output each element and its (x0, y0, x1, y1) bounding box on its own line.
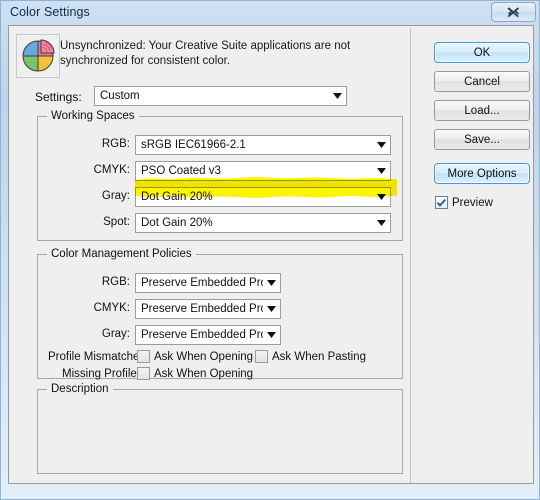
policy-cmyk-dropdown[interactable]: Preserve Embedded Profiles (135, 299, 281, 319)
checkbox-box (137, 350, 150, 363)
color-settings-dialog: Color Settings Unsynchronized: Your Crea… (0, 0, 540, 500)
sync-warning-text: Unsynchronized: Your Creative Suite appl… (60, 40, 351, 67)
working-space-gray-value: Dot Gain 20% (141, 191, 213, 203)
checkbox-label: Ask When Opening (154, 350, 254, 363)
missing-profiles-label: Missing Profiles: (62, 368, 146, 380)
preview-label: Preview (452, 196, 493, 209)
missing-profiles-ask-opening-checkbox[interactable]: Ask When Opening (137, 367, 253, 380)
panel-divider (410, 28, 411, 483)
preview-checkbox[interactable]: Preview (435, 196, 493, 209)
save-button[interactable]: Save... (434, 129, 530, 150)
policy-cmyk-label: CMYK: (93, 302, 130, 314)
working-space-spot-value: Dot Gain 20% (141, 217, 213, 229)
policy-gray-dropdown[interactable]: Preserve Embedded Profiles (135, 325, 281, 345)
color-wheel-icon (16, 34, 60, 78)
working-space-spot-dropdown[interactable]: Dot Gain 20% (135, 213, 391, 233)
description-group: Description (37, 383, 403, 474)
checkbox-label: Ask When Pasting (272, 350, 366, 363)
more-options-button[interactable]: More Options (434, 163, 530, 184)
working-space-rgb-dropdown[interactable]: sRGB IEC61966-2.1 (135, 135, 391, 155)
working-space-spot-row: Spot: Dot Gain 20% (103, 213, 391, 233)
working-space-spot-label: Spot: (103, 216, 130, 228)
settings-dropdown[interactable]: Custom (94, 86, 347, 106)
close-icon[interactable] (491, 2, 536, 22)
policy-cmyk-value: Preserve Embedded Profiles (141, 303, 263, 315)
policy-gray-row: Gray: Preserve Embedded Profiles (102, 325, 281, 345)
working-space-gray-label: Gray: (101, 190, 130, 202)
chevron-down-icon (373, 142, 390, 148)
chevron-down-icon (263, 332, 280, 338)
checkbox-box (435, 196, 448, 209)
working-space-cmyk-row: CMYK: PSO Coated v3 (94, 161, 391, 181)
policy-rgb-label: RGB: (101, 276, 130, 288)
policies-title: Color Management Policies (47, 248, 196, 260)
chevron-down-icon (329, 93, 346, 99)
window-title: Color Settings (10, 5, 90, 19)
chevron-down-icon (263, 306, 280, 312)
working-space-gray-dropdown[interactable]: Dot Gain 20% (135, 187, 391, 207)
color-management-policies-group: Color Management Policies RGB: Preserve … (37, 248, 403, 380)
policy-gray-label: Gray: (101, 328, 130, 340)
description-text (46, 400, 394, 465)
checkbox-label: Ask When Opening (154, 367, 254, 380)
chevron-down-icon (373, 194, 390, 200)
working-spaces-title: Working Spaces (47, 110, 139, 122)
chevron-down-icon (263, 280, 280, 286)
dialog-client-area: Unsynchronized: Your Creative Suite appl… (8, 25, 534, 484)
working-space-rgb-row: RGB: sRGB IEC61966-2.1 (102, 135, 391, 155)
chevron-down-icon (373, 220, 390, 226)
checkbox-box (137, 367, 150, 380)
working-space-cmyk-dropdown[interactable]: PSO Coated v3 (135, 161, 391, 181)
policy-gray-value: Preserve Embedded Profiles (141, 329, 263, 341)
policy-cmyk-row: CMYK: Preserve Embedded Profiles (94, 299, 281, 319)
working-space-rgb-label: RGB: (101, 138, 130, 150)
cancel-button[interactable]: Cancel (434, 71, 530, 92)
profile-mismatches-label: Profile Mismatches: (48, 351, 149, 363)
title-bar[interactable]: Color Settings (1, 1, 540, 25)
ok-button[interactable]: OK (434, 42, 530, 63)
working-space-cmyk-value: PSO Coated v3 (141, 165, 221, 177)
policy-rgb-dropdown[interactable]: Preserve Embedded Profiles (135, 273, 281, 293)
working-space-cmyk-label: CMYK: (93, 164, 130, 176)
settings-label: Settings: (35, 90, 82, 104)
working-spaces-group: Working Spaces RGB: sRGB IEC61966-2.1 CM… (37, 110, 403, 241)
profile-mismatches-ask-opening-checkbox[interactable]: Ask When Opening (137, 350, 253, 363)
working-space-gray-row: Gray: Dot Gain 20% (102, 187, 391, 207)
checkbox-box (255, 350, 268, 363)
policy-rgb-value: Preserve Embedded Profiles (141, 277, 263, 289)
profile-mismatches-ask-pasting-checkbox[interactable]: Ask When Pasting (255, 350, 366, 363)
load-button[interactable]: Load... (434, 100, 530, 121)
policy-rgb-row: RGB: Preserve Embedded Profiles (102, 273, 281, 293)
settings-dropdown-value: Custom (100, 90, 140, 102)
description-title: Description (47, 383, 113, 395)
working-space-rgb-value: sRGB IEC61966-2.1 (141, 139, 246, 151)
chevron-down-icon (373, 168, 390, 174)
